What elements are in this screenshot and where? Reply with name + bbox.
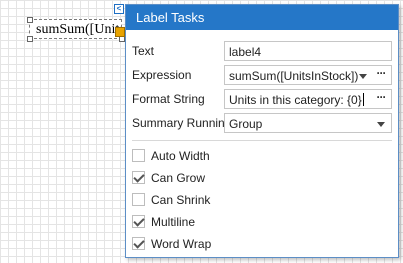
- ellipsis-icon[interactable]: ···: [374, 91, 388, 106]
- property-label: Text: [132, 44, 155, 58]
- property-row-text: Text label4: [132, 41, 394, 61]
- checkbox-label[interactable]: Auto Width: [151, 149, 210, 163]
- multiline-checkbox[interactable]: [132, 215, 145, 228]
- resize-handle-top-left[interactable]: [27, 17, 33, 23]
- format-string-value: Units in this category: {0}: [229, 93, 362, 107]
- checkbox-label[interactable]: Can Shrink: [151, 193, 210, 207]
- can-grow-checkbox[interactable]: [132, 171, 145, 184]
- property-row-format-string: Format String Units in this category: {0…: [132, 89, 394, 109]
- chevron-down-icon[interactable]: [377, 122, 385, 127]
- property-label: Summary Running: [132, 116, 232, 130]
- can-shrink-checkbox[interactable]: [132, 193, 145, 206]
- ellipsis-icon[interactable]: ···: [374, 67, 388, 82]
- smart-tag-icon[interactable]: [115, 27, 125, 37]
- can-shrink-option[interactable]: Can Shrink: [132, 191, 332, 209]
- property-label: Expression: [132, 68, 192, 82]
- word-wrap-option[interactable]: Word Wrap: [132, 235, 332, 253]
- section-divider: [132, 140, 392, 141]
- resize-handle-bottom-left[interactable]: [27, 36, 33, 42]
- checkmark-icon: [133, 215, 145, 227]
- property-label: Format String: [132, 92, 205, 106]
- text-caret: [362, 93, 364, 106]
- expression-value: sumSum([UnitsInStock]): [229, 69, 359, 83]
- format-string-input[interactable]: Units in this category: {0} ···: [224, 89, 392, 109]
- checkmark-icon: [133, 171, 145, 183]
- text-input[interactable]: label4: [224, 41, 392, 61]
- property-row-summary-running: Summary Running Group: [132, 113, 394, 133]
- summary-running-dropdown[interactable]: Group: [224, 113, 392, 133]
- auto-width-checkbox[interactable]: [132, 149, 145, 162]
- multiline-option[interactable]: Multiline: [132, 213, 332, 231]
- smart-tag-collapse-icon[interactable]: <: [114, 4, 124, 14]
- panel-title: Label Tasks: [126, 5, 398, 30]
- report-label-control[interactable]: sumSum([UnitsInStock]): [29, 19, 122, 39]
- word-wrap-checkbox[interactable]: [132, 237, 145, 250]
- property-row-expression: Expression sumSum([UnitsInStock]) ···: [132, 65, 394, 85]
- expression-dropdown[interactable]: sumSum([UnitsInStock]) ···: [224, 65, 392, 85]
- chevron-down-icon[interactable]: [359, 74, 367, 79]
- checkbox-label[interactable]: Multiline: [151, 215, 195, 229]
- text-input-value: label4: [229, 45, 262, 59]
- summary-running-value: Group: [229, 117, 263, 131]
- checkbox-label[interactable]: Can Grow: [151, 171, 205, 185]
- can-grow-option[interactable]: Can Grow: [132, 169, 332, 187]
- auto-width-option[interactable]: Auto Width: [132, 147, 332, 165]
- checkmark-icon: [133, 237, 145, 249]
- checkbox-label[interactable]: Word Wrap: [151, 237, 211, 251]
- label-tasks-panel: Label Tasks Text label4 Expression sumSu…: [125, 4, 399, 258]
- report-label-text: sumSum([UnitsInStock]): [36, 22, 121, 37]
